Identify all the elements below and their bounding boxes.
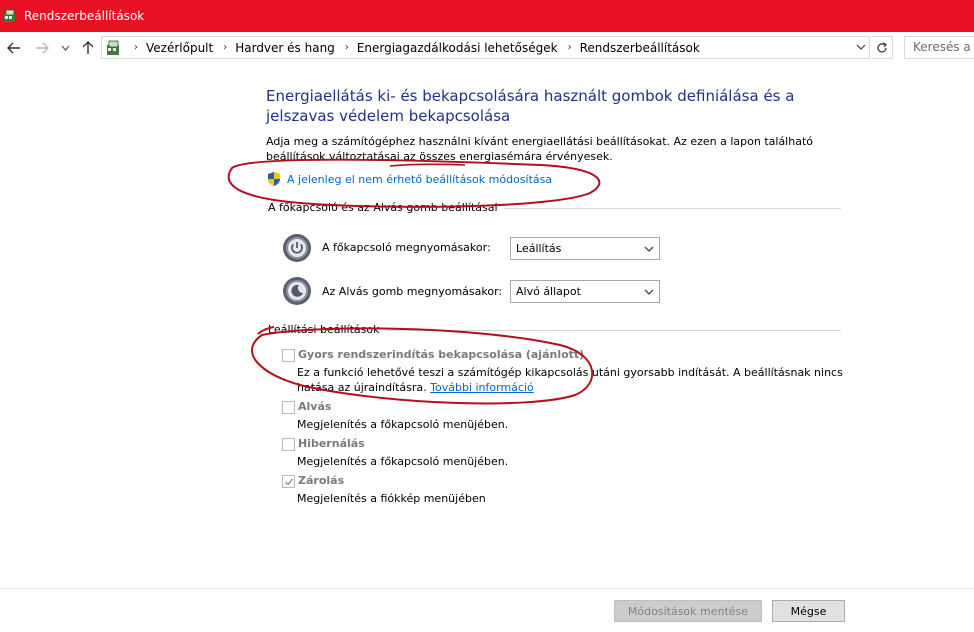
- power-button-label: A főkapcsoló megnyomásakor:: [322, 241, 491, 254]
- back-button[interactable]: [5, 39, 23, 57]
- hibernate-checkbox[interactable]: [282, 438, 295, 451]
- sleep-button-action-select[interactable]: Alvó állapot: [510, 280, 660, 303]
- address-bar[interactable]: › Vezérlőpult › Hardver és hang › Energi…: [101, 36, 870, 59]
- hibernate-option-description: Megjelenítés a főkapcsoló menüjében.: [297, 455, 509, 468]
- lock-checkbox[interactable]: [282, 475, 295, 488]
- sleep-option-description: Megjelenítés a főkapcsoló menüjében.: [297, 418, 509, 431]
- sleep-button-label: Az Alvás gomb megnyomásakor:: [322, 285, 503, 298]
- main-content: Energiaellátás ki- és bekapcsolására has…: [266, 86, 846, 186]
- forward-button[interactable]: [33, 39, 51, 57]
- change-unavailable-settings-link[interactable]: A jelenleg el nem érhető beállítások mód…: [266, 171, 552, 187]
- intro-text: Adja meg a számítógéphez használni kíván…: [266, 135, 813, 163]
- more-info-link[interactable]: További információ: [430, 381, 534, 394]
- arrow-right-icon: [36, 42, 49, 54]
- sleep-option-label: Alvás: [298, 400, 332, 413]
- fast-startup-description: Ez a funkció lehetővé teszi a számítógép…: [297, 365, 843, 395]
- annotation-underline: [389, 163, 466, 167]
- cancel-button[interactable]: Mégse: [772, 600, 845, 622]
- breadcrumb-hardware-sound[interactable]: Hardver és hang: [235, 41, 335, 55]
- power-button-icon: [283, 234, 311, 262]
- breadcrumb-separator: ›: [134, 42, 138, 53]
- refresh-button[interactable]: [872, 36, 893, 59]
- chevron-down-icon: [644, 246, 654, 252]
- recent-locations-button[interactable]: [58, 39, 72, 57]
- power-button-row: A főkapcsoló megnyomásakor: Leállítás: [282, 233, 660, 263]
- power-button-action-select[interactable]: Leállítás: [510, 237, 660, 260]
- title-bar: Rendszerbeállítások: [0, 0, 974, 32]
- save-changes-button[interactable]: Módosítások mentése: [614, 600, 762, 622]
- buttons-group-title: A főkapcsoló és az Alvás gomb beállítása…: [268, 201, 504, 214]
- checkmark-icon: [284, 478, 294, 486]
- fast-startup-checkbox[interactable]: [282, 349, 295, 362]
- fast-startup-desc-line1: Ez a funkció lehetővé teszi a számítógép…: [297, 366, 843, 379]
- navigation-bar: › Vezérlőpult › Hardver és hang › Energi…: [0, 32, 974, 63]
- sleep-checkbox[interactable]: [282, 401, 295, 414]
- breadcrumb-power-options[interactable]: Energiagazdálkodási lehetőségek: [357, 41, 558, 55]
- power-button-action-value: Leállítás: [516, 242, 562, 255]
- chevron-down-icon: [61, 45, 69, 51]
- arrow-left-icon: [7, 42, 20, 54]
- lock-option-label: Zárolás: [298, 474, 345, 487]
- breadcrumb-control-panel[interactable]: Vezérlőpult: [146, 41, 213, 55]
- control-panel-icon: [4, 9, 15, 22]
- fast-startup-desc-line2: hatása az újraindításra.: [297, 381, 427, 394]
- admin-link-label[interactable]: A jelenleg el nem érhető beállítások mód…: [287, 173, 552, 186]
- lock-option-description: Megjelenítés a fiókkép menüjében: [297, 492, 486, 505]
- window-title: Rendszerbeállítások: [24, 9, 145, 23]
- breadcrumb-separator[interactable]: ›: [345, 42, 349, 53]
- breadcrumb-separator[interactable]: ›: [223, 42, 227, 53]
- control-panel-icon: [107, 40, 119, 55]
- sleep-button-row: Az Alvás gomb megnyomásakor: Alvó állapo…: [282, 276, 660, 306]
- up-button[interactable]: [79, 39, 97, 57]
- sleep-button-icon: [283, 277, 311, 305]
- refresh-icon: [877, 41, 888, 53]
- page-title: Energiaellátás ki- és bekapcsolására has…: [266, 87, 795, 125]
- search-input[interactable]: Keresés a Ve: [904, 36, 974, 59]
- breadcrumb-separator[interactable]: ›: [568, 42, 572, 53]
- footer-divider: [0, 588, 974, 589]
- chevron-down-icon: [644, 289, 654, 295]
- breadcrumb-system-settings[interactable]: Rendszerbeállítások: [580, 41, 700, 55]
- fast-startup-label: Gyors rendszerindítás bekapcsolása (aján…: [298, 348, 585, 361]
- arrow-up-icon: [82, 41, 94, 54]
- hibernate-option-label: Hibernálás: [298, 437, 365, 450]
- breadcrumb: › Vezérlőpult › Hardver és hang › Energi…: [124, 37, 700, 58]
- shutdown-group-title: Leállítási beállítások: [268, 323, 386, 336]
- uac-shield-icon: [268, 172, 280, 186]
- sleep-button-action-value: Alvó állapot: [516, 285, 581, 298]
- chevron-down-icon[interactable]: [856, 42, 866, 52]
